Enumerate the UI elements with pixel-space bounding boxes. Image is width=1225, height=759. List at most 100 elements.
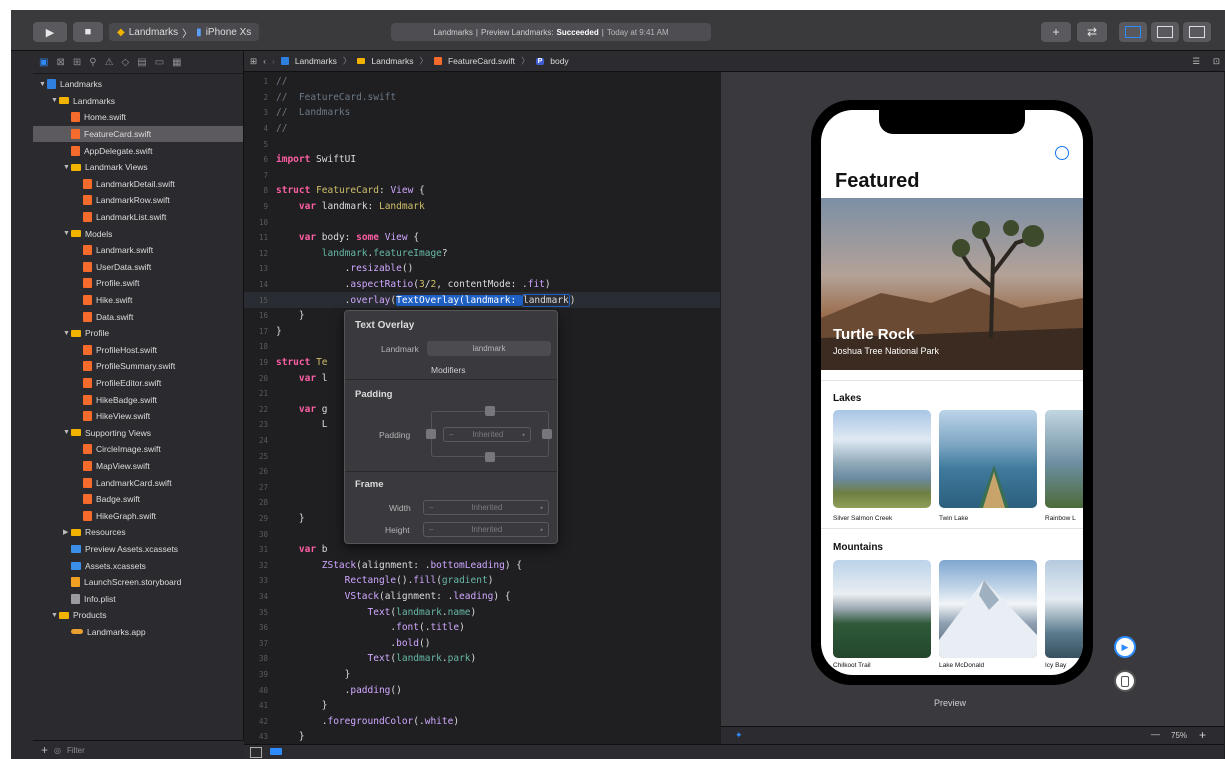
navigator-item[interactable]: Profile.swift (33, 275, 243, 292)
code-line[interactable]: 9 var landmark: Landmark (244, 199, 720, 215)
search-icon[interactable]: ⚲ (89, 57, 96, 68)
source-control-icon[interactable]: ⊠ (56, 57, 64, 68)
crumb-symbol[interactable]: body (550, 56, 568, 66)
lake-card-3[interactable] (1045, 410, 1083, 508)
code-line[interactable]: 4 // (244, 121, 720, 137)
navigator-item[interactable]: ▼ Supporting Views (33, 424, 243, 441)
code-line[interactable]: 31 var b (244, 542, 720, 558)
navigator-item[interactable]: ProfileEditor.swift (33, 375, 243, 392)
code-line[interactable]: 11 var body: some View { (244, 230, 720, 246)
navigator-item[interactable]: LandmarkDetail.swift (33, 176, 243, 193)
code-line[interactable]: 8 struct FeatureCard: View { (244, 183, 720, 199)
mountain-card-1[interactable] (833, 560, 931, 658)
code-line[interactable]: 6 import SwiftUI (244, 152, 720, 168)
symbol-icon[interactable]: ⊞ (73, 57, 81, 68)
add-icon[interactable]: + (41, 743, 48, 757)
back-button[interactable]: ‹ (263, 56, 266, 66)
adjust-editor-icon[interactable]: ☰ (1192, 56, 1200, 67)
navigator-item[interactable]: Preview Assets.xcassets (33, 541, 243, 558)
code-line[interactable]: 32 ZStack(alignment: .bottomLeading) { (244, 558, 720, 574)
preview-on-device-button[interactable] (1114, 670, 1136, 692)
crumb-folder[interactable]: Landmarks (371, 56, 413, 66)
navigator-item[interactable]: ▼ Landmarks (33, 76, 243, 93)
disclosure-icon[interactable]: ▼ (39, 81, 47, 88)
navigator-item[interactable]: HikeBadge.swift (33, 391, 243, 408)
navigator-item[interactable]: Info.plist (33, 590, 243, 607)
code-line[interactable]: 2 // FeatureCard.swift (244, 90, 720, 106)
navigator-item[interactable]: Hike.swift (33, 292, 243, 309)
code-line[interactable]: 35 Text(landmark.name) (244, 604, 720, 620)
code-line[interactable]: 40 .padding() (244, 682, 720, 698)
code-line[interactable]: 33 Rectangle().fill(gradient) (244, 573, 720, 589)
navigator-item[interactable]: ▼ Landmark Views (33, 159, 243, 176)
navigator-item[interactable]: LandmarkList.swift (33, 209, 243, 226)
navigator-item[interactable]: ProfileSummary.swift (33, 358, 243, 375)
width-dropdown[interactable]: – Inherited ⬩ (423, 500, 549, 515)
forward-button[interactable]: › (272, 56, 275, 66)
code-line[interactable]: 38 Text(landmark.park) (244, 651, 720, 667)
report-icon[interactable]: ▦ (172, 57, 181, 68)
padding-dropdown[interactable]: – Inherited ⬩ (443, 427, 531, 442)
disclosure-icon[interactable]: ▼ (51, 612, 59, 619)
padding-bottom-toggle[interactable] (485, 452, 495, 462)
navigator-item[interactable]: ▼ Products (33, 607, 243, 624)
code-line[interactable]: 5 (244, 136, 720, 152)
code-line[interactable]: 42 .foregroundColor(.white) (244, 714, 720, 730)
filter-input[interactable]: Filter (67, 746, 85, 755)
height-dropdown[interactable]: – Inherited ⬩ (423, 522, 549, 537)
navigator-item[interactable]: ▼ Profile (33, 325, 243, 342)
hero-image[interactable] (821, 198, 1083, 370)
profile-icon[interactable] (1055, 146, 1069, 160)
code-line[interactable]: 41 } (244, 698, 720, 714)
code-line[interactable]: 3 // Landmarks (244, 105, 720, 121)
debug-icon[interactable]: ▤ (137, 57, 146, 68)
navigator-item[interactable]: LandmarkRow.swift (33, 192, 243, 209)
library-button[interactable]: + (1041, 22, 1071, 42)
disclosure-icon[interactable]: ▶ (63, 528, 71, 536)
breakpoints-icon[interactable] (270, 748, 282, 755)
padding-left-toggle[interactable] (426, 429, 436, 439)
debug-toggle[interactable] (1151, 22, 1179, 42)
navigator-item[interactable]: AppDelegate.swift (33, 142, 243, 159)
scheme-selector[interactable]: ◆ Landmarks 〉 ▮ iPhone Xs (109, 23, 260, 41)
navigator-item[interactable]: Data.swift (33, 308, 243, 325)
navigator-item[interactable]: Assets.xcassets (33, 557, 243, 574)
code-line[interactable]: 7 (244, 168, 720, 184)
code-line[interactable]: 13 .resizable() (244, 261, 720, 277)
navigator-item[interactable]: FeatureCard.swift (33, 125, 243, 143)
mountain-card-3[interactable] (1045, 560, 1083, 658)
code-line[interactable]: 37 .bold() (244, 636, 720, 652)
navigator-item[interactable]: HikeGraph.swift (33, 507, 243, 524)
zoom-out-button[interactable]: — (1151, 729, 1160, 739)
mountain-card-2[interactable] (939, 560, 1037, 658)
zoom-in-button[interactable]: + (1199, 728, 1206, 742)
padding-top-toggle[interactable] (485, 406, 495, 416)
debug-area-icon[interactable] (250, 747, 262, 758)
navigator-item[interactable]: Home.swift (33, 109, 243, 126)
breakpoint-icon[interactable]: ▭ (155, 57, 164, 68)
related-items-icon[interactable]: ⊞ (250, 56, 257, 67)
add-editor-icon[interactable]: ⊡ (1213, 56, 1220, 67)
warning-icon[interactable]: ⚠ (105, 57, 114, 68)
navigator-item[interactable]: CircleImage.swift (33, 441, 243, 458)
code-line[interactable]: 39 } (244, 667, 720, 683)
lake-card-2[interactable] (939, 410, 1037, 508)
live-preview-button[interactable]: ▶ (1114, 636, 1136, 658)
run-button[interactable]: ▶ (33, 22, 67, 42)
crumb-file[interactable]: FeatureCard.swift (448, 56, 515, 66)
navigator-item[interactable]: UserData.swift (33, 259, 243, 276)
navigator-item[interactable]: ▶ Resources (33, 524, 243, 541)
navigator-item[interactable]: Landmark.swift (33, 242, 243, 259)
navigator-item[interactable]: Landmarks.app (33, 624, 243, 641)
landmark-field[interactable]: landmark (427, 341, 551, 356)
navigator-item[interactable]: ProfileHost.swift (33, 342, 243, 359)
navigator-item[interactable]: ▼ Models (33, 225, 243, 242)
disclosure-icon[interactable]: ▼ (63, 330, 71, 337)
code-line[interactable]: 14 .aspectRatio(3/2, contentMode: .fit) (244, 277, 720, 293)
crumb-project[interactable]: Landmarks (295, 56, 337, 66)
code-line[interactable]: 15 .overlay(TextOverlay(landmark: landma… (244, 292, 720, 308)
navigator-item[interactable]: Badge.swift (33, 491, 243, 508)
test-icon[interactable]: ◇ (122, 57, 130, 68)
inspector-toggle[interactable] (1183, 22, 1211, 42)
padding-right-toggle[interactable] (542, 429, 552, 439)
